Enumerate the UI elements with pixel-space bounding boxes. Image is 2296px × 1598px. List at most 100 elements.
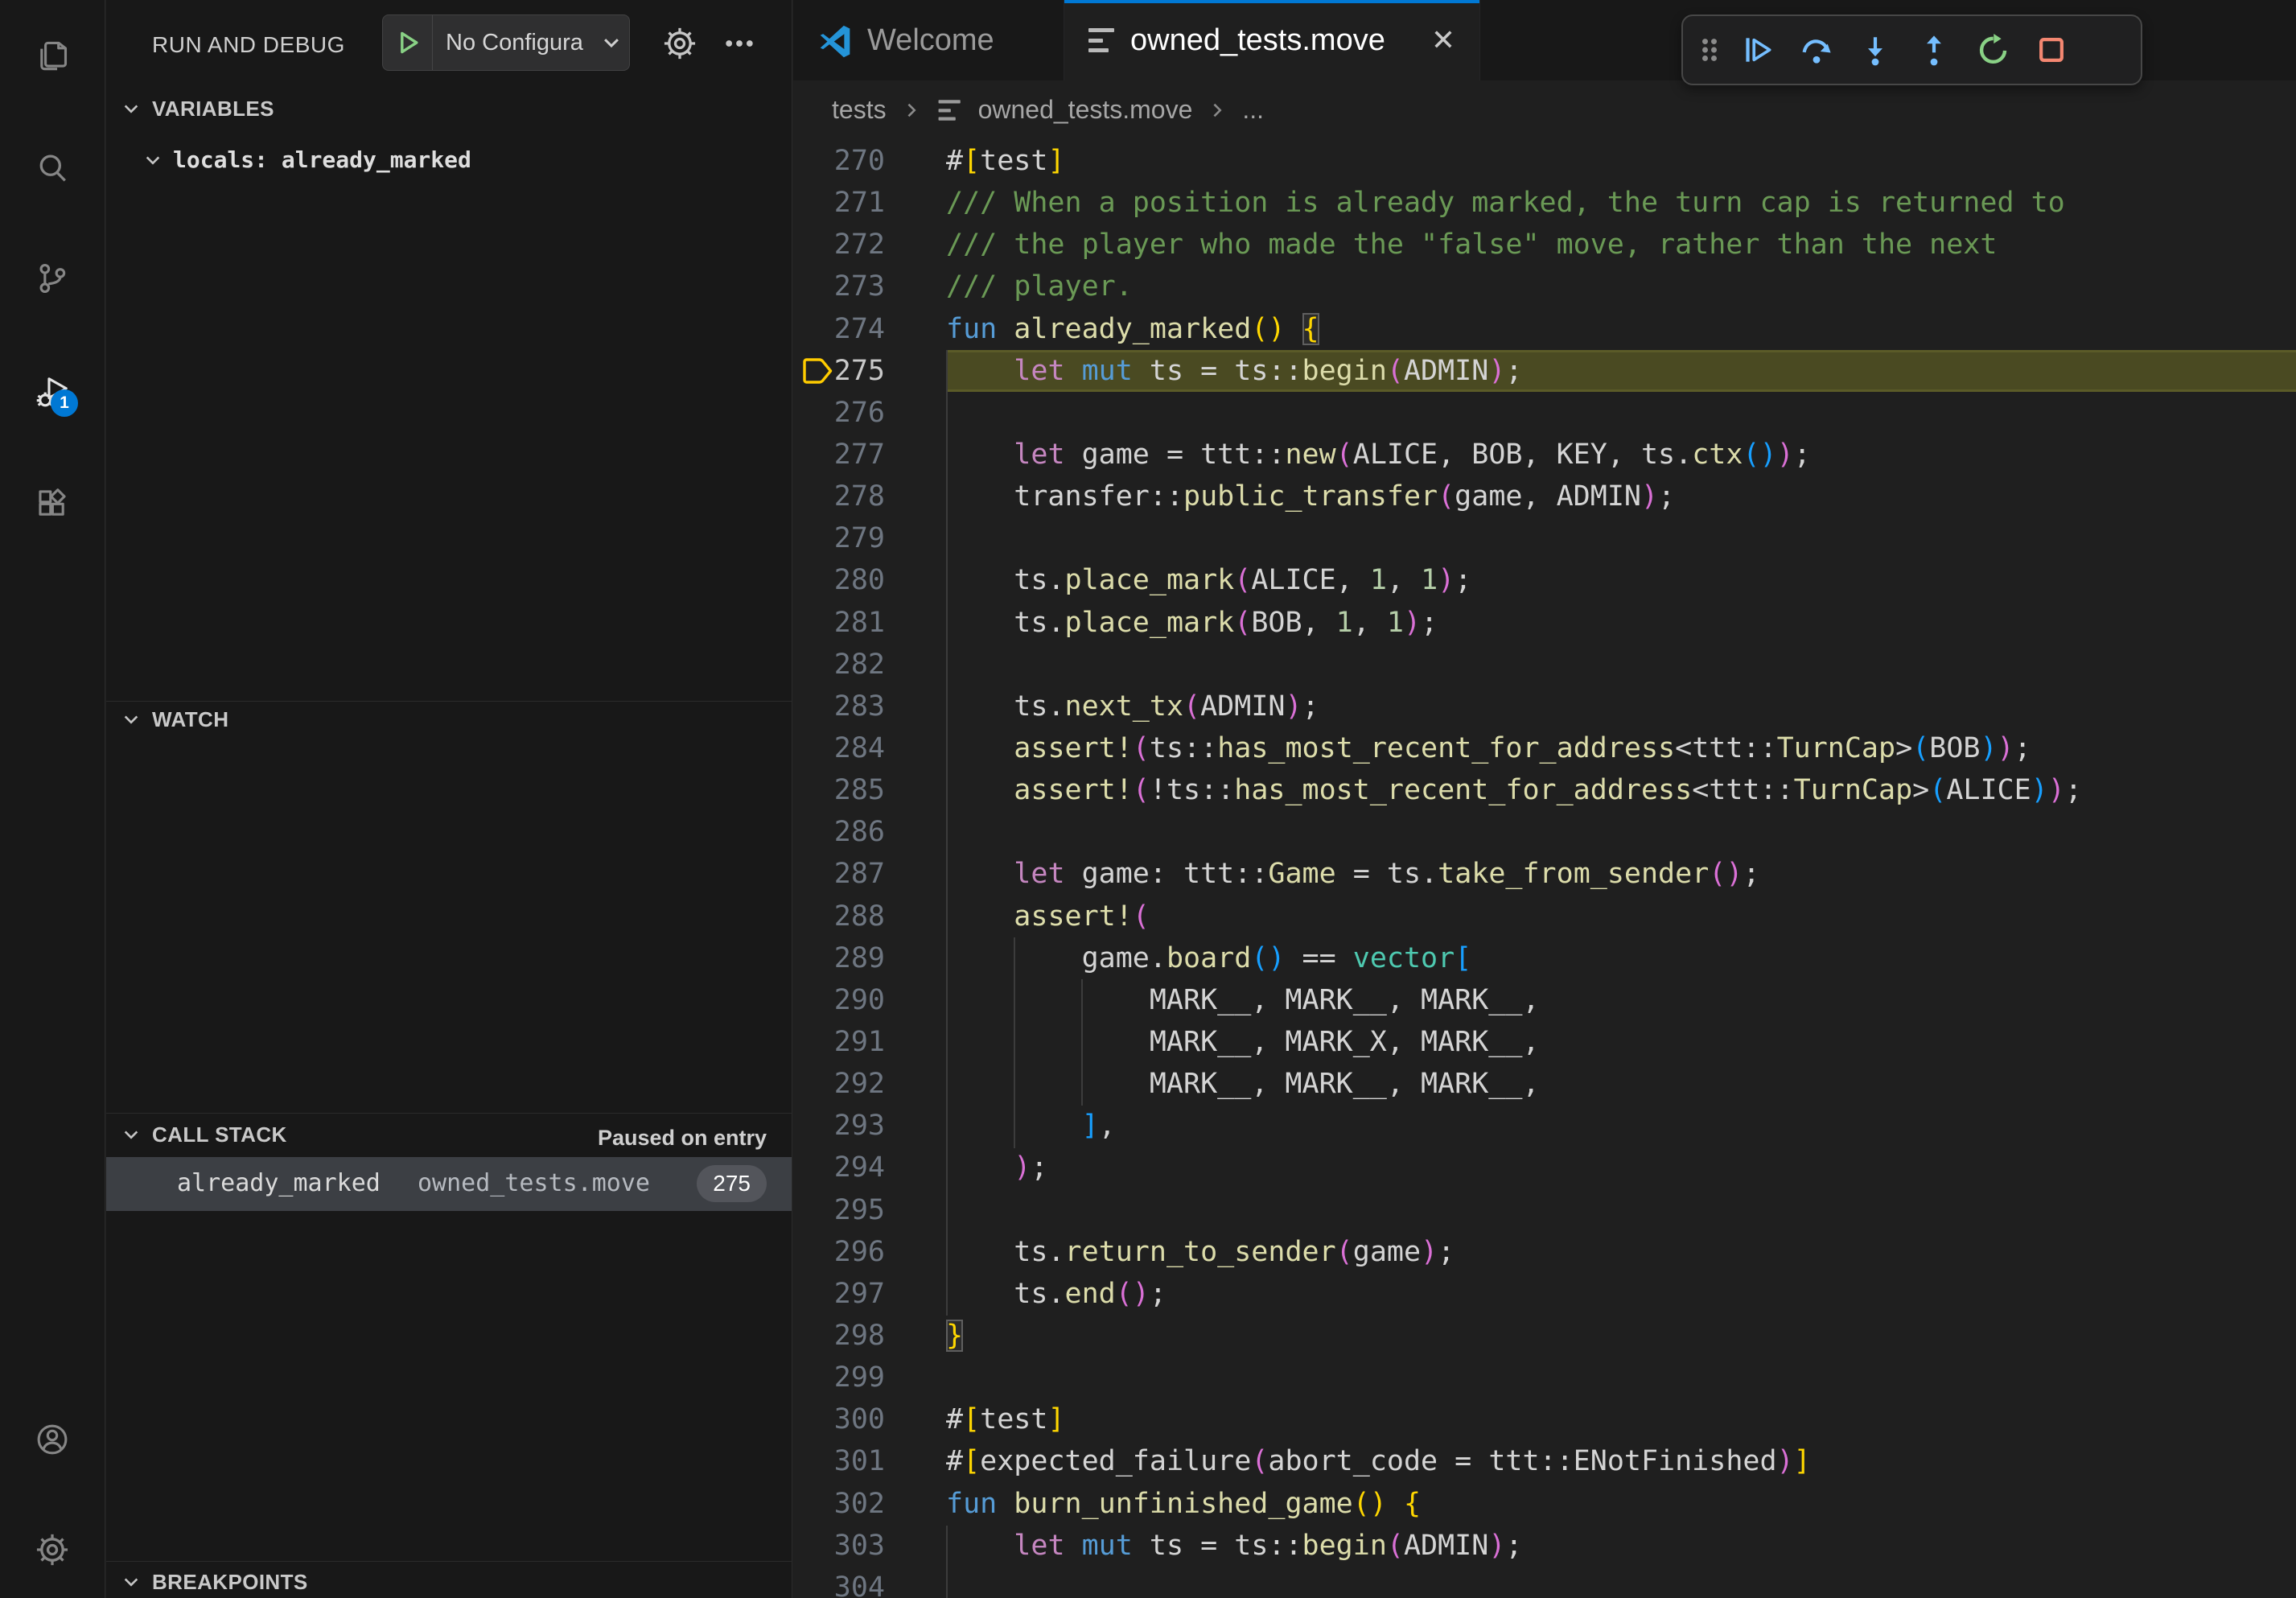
line-number[interactable]: 281	[793, 602, 885, 644]
code-line[interactable]: 293 ],	[793, 1105, 2296, 1147]
code-line[interactable]: 281 ts.place_mark(BOB, 1, 1);	[793, 602, 2296, 644]
code-line[interactable]: 288 assert!(	[793, 896, 2296, 937]
line-number[interactable]: 284	[793, 727, 885, 769]
code-line[interactable]: 271/// When a position is already marked…	[793, 182, 2296, 224]
code-line[interactable]: 275 let mut ts = ts::begin(ADMIN);	[793, 350, 2296, 392]
code-line[interactable]: 299	[793, 1357, 2296, 1398]
settings-gear-icon[interactable]	[35, 1532, 70, 1567]
line-number[interactable]: 280	[793, 559, 885, 601]
line-number[interactable]: 276	[793, 392, 885, 434]
code-line[interactable]: 279	[793, 517, 2296, 559]
continue-icon[interactable]	[1740, 32, 1775, 68]
stop-icon[interactable]	[2034, 32, 2069, 68]
code-line[interactable]: 303 let mut ts = ts::begin(ADMIN);	[793, 1525, 2296, 1567]
code-line[interactable]: 278 transfer::public_transfer(game, ADMI…	[793, 476, 2296, 517]
code-line[interactable]: 298}	[793, 1315, 2296, 1357]
code-line[interactable]: 283 ts.next_tx(ADMIN);	[793, 686, 2296, 727]
line-number[interactable]: 295	[793, 1189, 885, 1231]
code-line[interactable]: 304	[793, 1567, 2296, 1598]
tab-owned-tests-move[interactable]: owned_tests.move ✕	[1064, 0, 1480, 80]
line-number[interactable]: 273	[793, 266, 885, 307]
line-number[interactable]: 274	[793, 308, 885, 350]
line-number[interactable]: 283	[793, 686, 885, 727]
code-line[interactable]: 285 assert!(!ts::has_most_recent_for_add…	[793, 769, 2296, 811]
extensions-icon[interactable]	[35, 486, 70, 521]
code-line[interactable]: 280 ts.place_mark(ALICE, 1, 1);	[793, 559, 2296, 601]
line-number[interactable]: 298	[793, 1315, 885, 1357]
breadcrumb-item-symbol[interactable]: ...	[1242, 95, 1264, 125]
code-line[interactable]: 272/// the player who made the "false" m…	[793, 224, 2296, 266]
line-number[interactable]: 271	[793, 182, 885, 224]
breadcrumb-item-tests[interactable]: tests	[832, 95, 887, 125]
line-number[interactable]: 297	[793, 1273, 885, 1315]
code-line[interactable]: 282	[793, 644, 2296, 686]
restart-icon[interactable]	[1975, 32, 2010, 68]
close-icon[interactable]: ✕	[1431, 26, 1455, 55]
line-number[interactable]: 286	[793, 811, 885, 853]
line-number[interactable]: 303	[793, 1525, 885, 1567]
line-number[interactable]: 300	[793, 1398, 885, 1440]
source-control-icon[interactable]	[35, 261, 70, 296]
line-number[interactable]: 287	[793, 853, 885, 895]
code-line[interactable]: 294 );	[793, 1147, 2296, 1188]
search-icon[interactable]	[35, 150, 70, 186]
variables-section-header[interactable]: VARIABLES	[106, 91, 792, 126]
line-number[interactable]: 272	[793, 224, 885, 266]
more-actions-icon[interactable]	[722, 26, 757, 61]
line-number[interactable]: 282	[793, 644, 885, 686]
code-line[interactable]: 286	[793, 811, 2296, 853]
line-number[interactable]: 290	[793, 979, 885, 1021]
line-number[interactable]: 292	[793, 1063, 885, 1105]
code-line[interactable]: 277 let game = ttt::new(ALICE, BOB, KEY,…	[793, 434, 2296, 476]
account-icon[interactable]	[35, 1422, 70, 1457]
launch-configuration-dropdown[interactable]: No Configura	[382, 14, 630, 71]
line-number[interactable]: 270	[793, 140, 885, 182]
drag-grip-icon[interactable]	[1692, 32, 1727, 68]
code-line[interactable]: 291 MARK__, MARK_X, MARK__,	[793, 1021, 2296, 1063]
code-line[interactable]: 295	[793, 1189, 2296, 1231]
line-number[interactable]: 288	[793, 896, 885, 937]
configuration-label: No Configura	[446, 30, 600, 56]
line-number[interactable]: 285	[793, 769, 885, 811]
code-line[interactable]: 290 MARK__, MARK__, MARK__,	[793, 979, 2296, 1021]
line-number[interactable]: 277	[793, 434, 885, 476]
tab-welcome[interactable]: Welcome	[793, 0, 1064, 80]
code-line[interactable]: 296 ts.return_to_sender(game);	[793, 1231, 2296, 1273]
run-and-debug-icon[interactable]: 1	[35, 375, 70, 410]
line-number[interactable]: 279	[793, 517, 885, 559]
code-line[interactable]: 270#[test]	[793, 140, 2296, 182]
step-into-icon[interactable]	[1858, 32, 1893, 68]
line-number[interactable]: 293	[793, 1105, 885, 1147]
code-line[interactable]: 302fun burn_unfinished_game() {	[793, 1483, 2296, 1525]
code-line[interactable]: 300#[test]	[793, 1398, 2296, 1440]
step-over-icon[interactable]	[1799, 32, 1834, 68]
stack-frame-row[interactable]: already_marked owned_tests.move 275	[106, 1157, 792, 1211]
line-number[interactable]: 289	[793, 937, 885, 979]
watch-section-header[interactable]: WATCH	[106, 702, 792, 737]
code-line[interactable]: 301#[expected_failure(abort_code = ttt::…	[793, 1440, 2296, 1482]
line-number[interactable]: 301	[793, 1440, 885, 1482]
code-token: ()	[1251, 313, 1285, 345]
line-number[interactable]: 299	[793, 1357, 885, 1398]
code-token: MARK__, MARK__, MARK__,	[946, 1068, 1540, 1100]
code-line[interactable]: 276	[793, 392, 2296, 434]
code-line[interactable]: 292 MARK__, MARK__, MARK__,	[793, 1063, 2296, 1105]
code-line[interactable]: 287 let game: ttt::Game = ts.take_from_s…	[793, 853, 2296, 895]
code-line[interactable]: 274fun already_marked() {	[793, 308, 2296, 350]
code-line[interactable]: 284 assert!(ts::has_most_recent_for_addr…	[793, 727, 2296, 769]
line-number[interactable]: 304	[793, 1567, 885, 1598]
line-number[interactable]: 302	[793, 1483, 885, 1525]
code-line[interactable]: 273/// player.	[793, 266, 2296, 307]
breakpoints-section-header[interactable]: BREAKPOINTS	[106, 1564, 792, 1598]
debug-settings-gear-icon[interactable]	[662, 26, 697, 61]
breadcrumb-item-file[interactable]: owned_tests.move	[978, 95, 1193, 125]
line-number[interactable]: 294	[793, 1147, 885, 1188]
line-number[interactable]: 278	[793, 476, 885, 517]
step-out-icon[interactable]	[1916, 32, 1952, 68]
code-line[interactable]: 289 game.board() == vector[	[793, 937, 2296, 979]
line-number[interactable]: 291	[793, 1021, 885, 1063]
line-number[interactable]: 296	[793, 1231, 885, 1273]
variables-scope-row[interactable]: locals: already_marked	[106, 142, 792, 179]
explorer-icon[interactable]	[35, 38, 70, 73]
code-line[interactable]: 297 ts.end();	[793, 1273, 2296, 1315]
